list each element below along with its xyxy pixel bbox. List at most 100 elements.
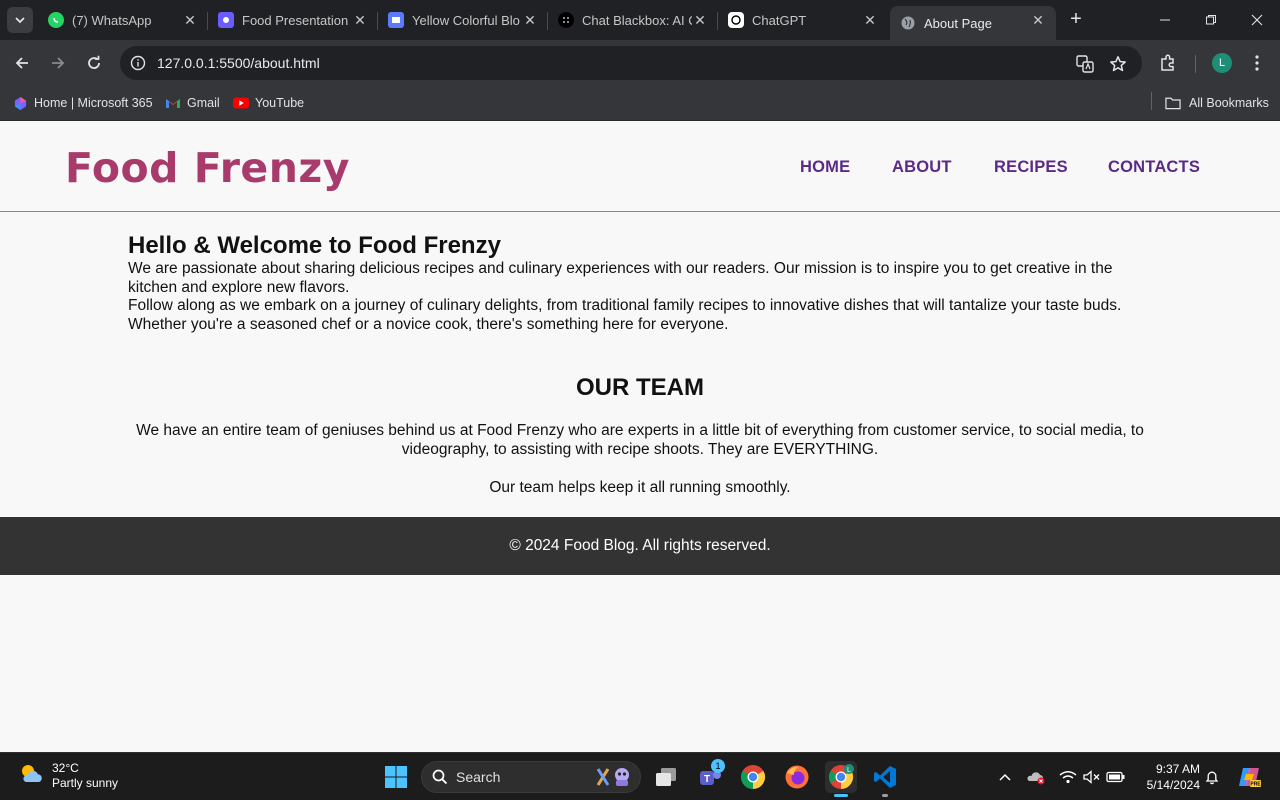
close-icon[interactable]: ✕ xyxy=(862,12,878,28)
arrow-right-icon xyxy=(52,57,65,69)
start-button[interactable] xyxy=(380,761,412,793)
clock-time: 9:37 AM xyxy=(1155,762,1200,776)
weather-temp: 32°C xyxy=(52,761,79,775)
toolbar-separator xyxy=(1195,55,1196,73)
close-icon[interactable]: ✕ xyxy=(352,12,368,28)
chrome-profile-icon: L xyxy=(828,764,854,789)
forward-button[interactable] xyxy=(46,51,70,75)
web-page: Food Frenzy HOME ABOUT RECIPES CONTACTS … xyxy=(0,122,1280,752)
firefox-button[interactable] xyxy=(781,761,813,793)
team-paragraph-1: We have an entire team of geniuses behin… xyxy=(136,422,1144,458)
active-indicator xyxy=(834,794,848,797)
profile-avatar[interactable]: L xyxy=(1212,53,1232,73)
tab-title: Yellow Colorful Blo xyxy=(412,12,520,28)
battery-icon[interactable] xyxy=(1106,767,1126,787)
blackbox-icon xyxy=(558,12,574,28)
minimize-icon xyxy=(1160,19,1170,21)
menu-dots-icon[interactable] xyxy=(1246,52,1268,74)
chrome-icon xyxy=(740,765,766,789)
site-info-icon[interactable] xyxy=(130,55,146,76)
copilot-icon[interactable]: PRE xyxy=(1236,765,1262,789)
close-icon[interactable]: ✕ xyxy=(522,12,538,28)
bookmark-youtube[interactable]: YouTube xyxy=(233,93,304,113)
tab-whatsapp[interactable]: (7) WhatsApp ✕ xyxy=(38,0,208,40)
folder-icon xyxy=(1165,95,1181,111)
nav-home[interactable]: HOME xyxy=(800,158,850,177)
extensions-icon[interactable] xyxy=(1157,52,1179,74)
bookmark-gmail[interactable]: Gmail xyxy=(165,93,220,113)
reload-button[interactable] xyxy=(82,51,106,75)
tab-search-button[interactable] xyxy=(7,7,33,33)
bookmarks-separator xyxy=(1151,92,1152,110)
notifications-bell-icon[interactable] xyxy=(1202,767,1222,787)
onedrive-icon[interactable] xyxy=(1026,767,1046,787)
close-icon[interactable]: ✕ xyxy=(692,12,708,28)
partly-sunny-icon xyxy=(18,762,44,791)
task-view-button[interactable] xyxy=(650,761,682,793)
windows-taskbar: 32°C Partly sunny Search T 1 L 9:37 AM 5… xyxy=(0,752,1280,800)
wifi-icon[interactable] xyxy=(1058,767,1078,787)
tab-chatgpt[interactable]: ChatGPT ✕ xyxy=(718,0,888,40)
close-icon[interactable]: ✕ xyxy=(182,12,198,28)
address-bar[interactable]: 127.0.0.1:5500/about.html xyxy=(120,46,1142,80)
url-text[interactable]: 127.0.0.1:5500/about.html xyxy=(157,55,320,71)
weather-widget[interactable]: 32°C Partly sunny xyxy=(18,761,118,791)
svg-text:L: L xyxy=(847,767,851,774)
close-icon[interactable]: ✕ xyxy=(1030,12,1046,28)
all-bookmarks[interactable]: All Bookmarks xyxy=(1165,93,1269,113)
chevron-down-icon xyxy=(15,17,25,24)
tab-food-presentation[interactable]: Food Presentation ✕ xyxy=(208,0,378,40)
chrome-profile-button[interactable]: L xyxy=(825,761,857,797)
reload-icon xyxy=(88,55,100,69)
teams-button[interactable]: T 1 xyxy=(694,759,726,793)
team-paragraph-2: Our team helps keep it all running smoot… xyxy=(489,479,791,496)
tab-about-page[interactable]: About Page ✕ xyxy=(890,6,1056,40)
windows-icon xyxy=(385,766,407,788)
tab-chat-blackbox[interactable]: Chat Blackbox: AI C ✕ xyxy=(548,0,718,40)
chevron-up-icon xyxy=(999,773,1011,781)
back-button[interactable] xyxy=(10,51,34,75)
running-indicator xyxy=(882,794,888,797)
svg-text:T: T xyxy=(704,774,710,785)
document-icon xyxy=(388,12,404,28)
chatgpt-icon xyxy=(728,12,744,28)
bookmark-label: Gmail xyxy=(187,96,220,110)
tab-strip: (7) WhatsApp ✕ Food Presentation ✕ Yello… xyxy=(0,0,1280,40)
search-icon xyxy=(432,769,448,785)
copilot-search-art-icon xyxy=(594,765,634,789)
welcome-paragraph-2: Follow along as we embark on a journey o… xyxy=(128,297,1122,334)
bookmark-label: Home | Microsoft 365 xyxy=(34,96,153,110)
tab-title: Food Presentation xyxy=(242,12,349,28)
tab-title: About Page xyxy=(924,15,992,31)
translate-icon[interactable] xyxy=(1075,54,1095,74)
minimize-button[interactable] xyxy=(1142,0,1188,40)
tab-title: Chat Blackbox: AI C xyxy=(582,12,692,28)
clock-date: 5/14/2024 xyxy=(1146,778,1200,792)
weather-desc: Partly sunny xyxy=(52,776,119,790)
site-logo[interactable]: Food Frenzy xyxy=(65,144,350,192)
bookmark-microsoft-365[interactable]: Home | Microsoft 365 xyxy=(12,93,153,113)
firefox-icon xyxy=(785,765,809,789)
nav-contacts[interactable]: CONTACTS xyxy=(1108,158,1200,177)
vscode-icon xyxy=(874,766,896,788)
taskbar-search[interactable]: Search xyxy=(421,761,641,793)
microsoft-365-icon xyxy=(12,95,28,111)
search-label: Search xyxy=(456,769,501,785)
chrome-button[interactable] xyxy=(737,761,769,793)
close-window-button[interactable] xyxy=(1234,0,1280,40)
show-hidden-icons-button[interactable] xyxy=(995,767,1015,787)
whatsapp-icon xyxy=(48,12,64,28)
nav-recipes[interactable]: RECIPES xyxy=(994,158,1068,177)
new-tab-button[interactable]: + xyxy=(1066,9,1086,30)
restore-button[interactable] xyxy=(1188,0,1234,40)
tab-yellow-colorful-blog[interactable]: Yellow Colorful Blo ✕ xyxy=(378,0,548,40)
clock[interactable]: 9:37 AM 5/14/2024 xyxy=(1140,761,1200,793)
footer-text: © 2024 Food Blog. All rights reserved. xyxy=(509,537,771,554)
vscode-button[interactable] xyxy=(869,761,901,797)
nav-about[interactable]: ABOUT xyxy=(892,158,952,177)
volume-muted-icon[interactable] xyxy=(1082,767,1102,787)
svg-text:PRE: PRE xyxy=(1250,782,1261,788)
arrow-left-icon xyxy=(15,57,28,69)
gmail-icon xyxy=(165,95,181,111)
bookmark-star-icon[interactable] xyxy=(1108,54,1128,74)
